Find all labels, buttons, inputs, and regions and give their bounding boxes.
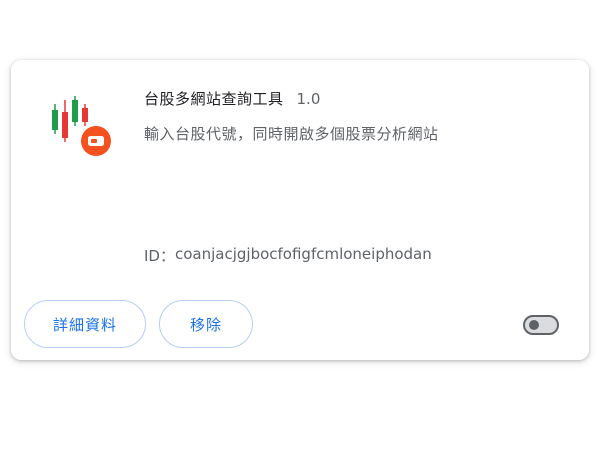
extension-id: ID： coanjacjgjbocfofigfcmloneiphodan <box>144 245 432 266</box>
remove-button[interactable]: 移除 <box>159 300 253 348</box>
details-button[interactable]: 詳細資料 <box>24 300 146 348</box>
extension-id-value: coanjacjgjbocfofigfcmloneiphodan <box>174 245 432 263</box>
extension-name: 台股多網站查詢工具 <box>144 90 284 108</box>
toggle-knob <box>529 320 539 330</box>
extension-icon <box>52 96 111 156</box>
extension-description: 輸入台股代號，同時開啟多個股票分析網站 <box>144 125 439 143</box>
extension-version: 1.0 <box>296 90 321 108</box>
extension-card: 台股多網站查詢工具 1.0 輸入台股代號，同時開啟多個股票分析網站 ID： co… <box>11 60 589 360</box>
enable-toggle[interactable] <box>523 315 559 335</box>
extensions-page: 台股多網站查詢工具 1.0 輸入台股代號，同時開啟多個股票分析網站 ID： co… <box>0 0 600 451</box>
extension-id-label: ID： <box>144 247 175 265</box>
extension-header: 台股多網站查詢工具 1.0 <box>144 88 320 109</box>
